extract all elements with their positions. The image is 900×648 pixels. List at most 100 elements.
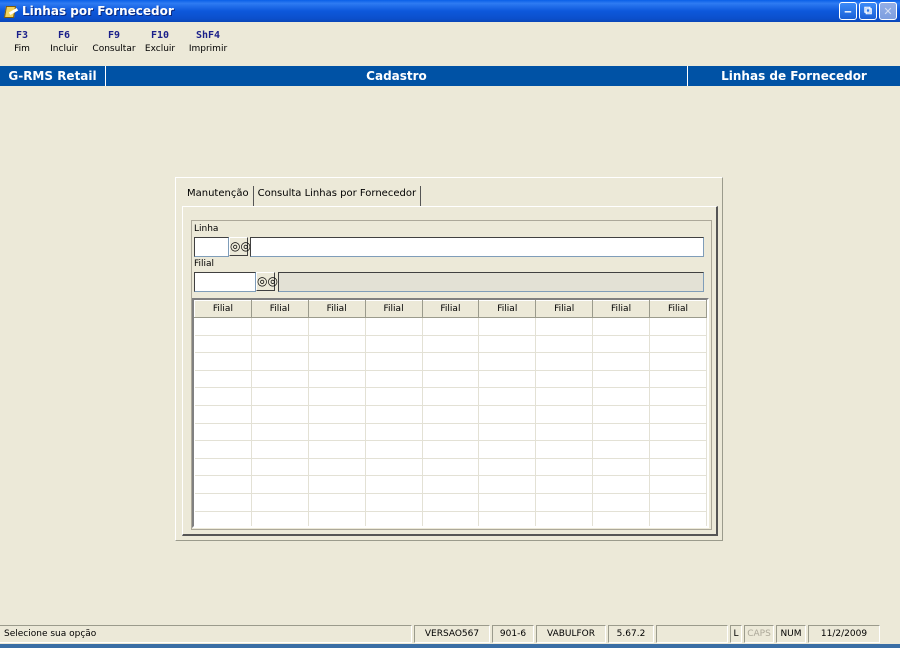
table-cell[interactable] [478, 370, 537, 389]
table-cell[interactable] [592, 440, 650, 459]
table-cell[interactable] [592, 405, 650, 424]
table-cell[interactable] [308, 493, 366, 512]
table-row[interactable] [194, 458, 707, 477]
linha-code-input[interactable] [194, 237, 229, 257]
table-cell[interactable] [478, 387, 537, 406]
table-cell[interactable] [649, 423, 707, 442]
table-row[interactable] [194, 352, 707, 371]
table-cell[interactable] [535, 458, 594, 477]
table-cell[interactable] [251, 317, 309, 336]
table-cell[interactable] [649, 335, 707, 354]
table-cell[interactable] [308, 423, 366, 442]
table-cell[interactable] [194, 440, 252, 459]
table-cell[interactable] [365, 405, 423, 424]
table-cell[interactable] [592, 423, 650, 442]
table-cell[interactable] [251, 370, 309, 389]
grid-column-header[interactable]: Filial [478, 300, 537, 318]
table-cell[interactable] [592, 352, 650, 371]
table-cell[interactable] [649, 370, 707, 389]
table-cell[interactable] [592, 475, 650, 494]
table-cell[interactable] [251, 440, 309, 459]
table-row[interactable] [194, 387, 707, 406]
grid-column-header[interactable]: Filial [649, 300, 707, 318]
grid-column-header[interactable]: Filial [535, 300, 594, 318]
table-cell[interactable] [535, 440, 594, 459]
minimize-icon[interactable]: ‒ [839, 2, 857, 20]
table-cell[interactable] [365, 370, 423, 389]
table-cell[interactable] [478, 475, 537, 494]
table-cell[interactable] [422, 387, 480, 406]
table-cell[interactable] [422, 440, 480, 459]
table-row[interactable] [194, 423, 707, 442]
table-cell[interactable] [478, 352, 537, 371]
linha-description-input[interactable] [250, 237, 704, 257]
table-cell[interactable] [365, 493, 423, 512]
table-row[interactable] [194, 405, 707, 424]
table-cell[interactable] [308, 370, 366, 389]
filial-code-input[interactable] [194, 272, 256, 292]
table-cell[interactable] [308, 405, 366, 424]
filial-grid[interactable]: Filial Filial Filial Filial Filial Filia… [192, 298, 709, 528]
table-row[interactable] [194, 370, 707, 389]
table-cell[interactable] [478, 511, 537, 526]
fkey-fim-button[interactable]: F3 Fim [0, 24, 44, 64]
tab-manutencao[interactable]: Manutenção [182, 186, 254, 206]
fkey-consultar-button[interactable]: F9 Consultar [84, 24, 144, 64]
table-cell[interactable] [365, 335, 423, 354]
table-cell[interactable] [365, 387, 423, 406]
table-cell[interactable] [365, 511, 423, 526]
table-cell[interactable] [649, 317, 707, 336]
table-cell[interactable] [365, 440, 423, 459]
table-cell[interactable] [649, 440, 707, 459]
table-cell[interactable] [535, 423, 594, 442]
grid-column-header[interactable]: Filial [592, 300, 650, 318]
table-cell[interactable] [194, 405, 252, 424]
table-cell[interactable] [422, 370, 480, 389]
table-cell[interactable] [365, 458, 423, 477]
table-cell[interactable] [422, 475, 480, 494]
table-row[interactable] [194, 511, 707, 526]
table-cell[interactable] [194, 352, 252, 371]
table-cell[interactable] [308, 475, 366, 494]
table-cell[interactable] [308, 440, 366, 459]
table-cell[interactable] [194, 370, 252, 389]
table-cell[interactable] [251, 493, 309, 512]
table-cell[interactable] [308, 458, 366, 477]
table-cell[interactable] [478, 335, 537, 354]
filial-search-button[interactable]: ◎◎ [256, 272, 278, 291]
table-cell[interactable] [308, 511, 366, 526]
table-cell[interactable] [535, 317, 594, 336]
table-cell[interactable] [194, 493, 252, 512]
table-cell[interactable] [194, 475, 252, 494]
table-cell[interactable] [649, 352, 707, 371]
table-cell[interactable] [592, 370, 650, 389]
table-cell[interactable] [194, 511, 252, 526]
table-cell[interactable] [251, 475, 309, 494]
table-cell[interactable] [308, 387, 366, 406]
table-cell[interactable] [422, 335, 480, 354]
table-cell[interactable] [308, 352, 366, 371]
table-cell[interactable] [535, 511, 594, 526]
table-cell[interactable] [592, 458, 650, 477]
table-cell[interactable] [194, 423, 252, 442]
table-cell[interactable] [308, 335, 366, 354]
table-cell[interactable] [478, 405, 537, 424]
tab-consulta[interactable]: Consulta Linhas por Fornecedor [254, 186, 422, 206]
grid-column-header[interactable]: Filial [364, 300, 423, 318]
table-cell[interactable] [535, 475, 594, 494]
grid-column-header[interactable]: Filial [194, 300, 252, 318]
close-icon[interactable]: ✕ [879, 2, 897, 20]
grid-column-header[interactable]: Filial [250, 300, 309, 318]
table-cell[interactable] [251, 335, 309, 354]
fkey-incluir-button[interactable]: F6 Incluir [44, 24, 84, 64]
table-cell[interactable] [649, 511, 707, 526]
fkey-imprimir-button[interactable]: ShF4 Imprimir [176, 24, 240, 64]
linha-search-button[interactable]: ◎◎ [229, 237, 251, 256]
table-cell[interactable] [535, 387, 594, 406]
table-cell[interactable] [649, 387, 707, 406]
table-cell[interactable] [422, 405, 480, 424]
table-cell[interactable] [194, 387, 252, 406]
table-cell[interactable] [194, 335, 252, 354]
table-cell[interactable] [251, 423, 309, 442]
table-cell[interactable] [649, 493, 707, 512]
